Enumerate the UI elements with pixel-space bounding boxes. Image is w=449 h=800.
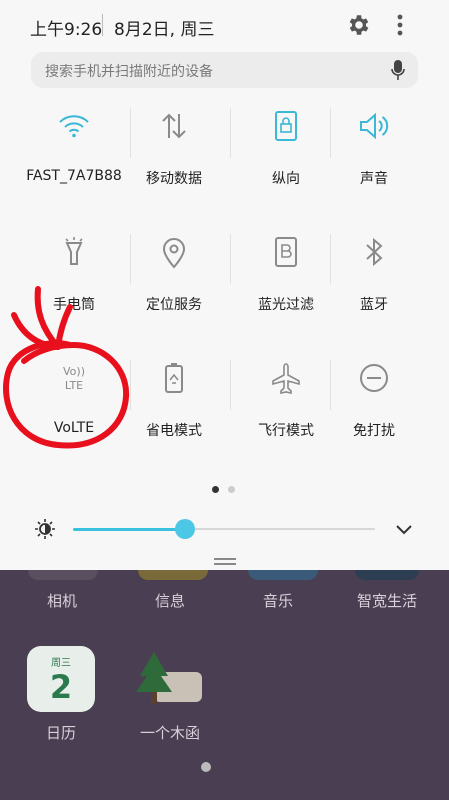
camera-app-icon[interactable] — [28, 570, 98, 580]
tile-sound[interactable]: 声音 — [318, 108, 430, 228]
app-label-smart-life[interactable]: 智宽生活 — [337, 590, 437, 611]
app-label-messages[interactable]: 信息 — [120, 590, 220, 611]
tile-label: 蓝牙 — [360, 297, 388, 313]
home-page-indicator — [201, 762, 211, 772]
calendar-app-icon[interactable]: 周三 2 — [27, 646, 95, 712]
calendar-day: 2 — [49, 668, 73, 706]
location-icon — [162, 238, 186, 269]
brightness-track-filled — [73, 528, 185, 531]
page-indicator — [0, 484, 449, 496]
blue-light-filter-icon — [275, 237, 297, 267]
portrait-lock-icon — [275, 111, 297, 141]
search-placeholder: 搜索手机并扫描附近的设备 — [45, 64, 213, 80]
mobile-data-icon — [162, 113, 186, 139]
page-dot — [228, 486, 235, 493]
status-bar: 上午9:26 8月2日, 周三 — [0, 0, 449, 50]
app-label-music[interactable]: 音乐 — [228, 590, 328, 611]
device-search-bar[interactable]: 搜索手机并扫描附近的设备 — [31, 52, 418, 88]
tile-label: 免打扰 — [353, 423, 395, 439]
more-options-icon[interactable] — [390, 12, 410, 38]
tile-wifi[interactable]: FAST_7A7B88 — [18, 108, 130, 228]
tile-label: 声音 — [360, 171, 388, 187]
brightness-track — [185, 528, 375, 530]
brightness-slider[interactable] — [73, 519, 375, 539]
airplane-icon — [272, 363, 300, 394]
tile-label: 移动数据 — [146, 171, 202, 187]
wooden-box-app-icon[interactable] — [134, 650, 206, 710]
clock: 上午9:26 — [30, 20, 103, 40]
brightness-thumb[interactable] — [175, 519, 195, 539]
microphone-icon[interactable] — [390, 58, 406, 82]
divider — [130, 234, 131, 284]
divider — [102, 14, 103, 36]
sound-icon — [360, 112, 389, 140]
do-not-disturb-icon — [360, 364, 388, 392]
divider — [330, 234, 331, 284]
app-label-wooden-box[interactable]: 一个木函 — [120, 722, 220, 743]
brightness-icon — [35, 519, 55, 539]
gear-icon[interactable] — [346, 12, 372, 38]
divider — [230, 360, 231, 410]
divider — [230, 108, 231, 158]
app-label-camera[interactable]: 相机 — [12, 590, 112, 611]
date-text: 8月2日, 周三 — [114, 20, 215, 40]
divider — [330, 360, 331, 410]
smart-life-app-icon[interactable] — [355, 570, 419, 580]
divider — [230, 234, 231, 284]
messages-app-icon[interactable] — [138, 570, 208, 580]
divider — [130, 108, 131, 158]
calendar-weekday: 周三 — [51, 658, 71, 669]
wifi-icon — [59, 115, 89, 138]
music-app-icon[interactable] — [248, 570, 318, 580]
tile-mobile-data[interactable]: 移动数据 — [118, 108, 230, 228]
tile-do-not-disturb[interactable]: 免打扰 — [318, 360, 430, 480]
divider — [330, 108, 331, 158]
battery-saver-icon — [165, 363, 183, 393]
app-label-calendar[interactable]: 日历 — [11, 722, 111, 743]
tile-label: FAST_7A7B88 — [26, 168, 122, 184]
annotation-circle-arrow — [3, 286, 130, 449]
bluetooth-icon — [366, 237, 383, 267]
drag-handle[interactable] — [214, 558, 236, 566]
tile-bluetooth[interactable]: 蓝牙 — [318, 234, 430, 354]
flashlight-icon — [65, 237, 83, 265]
chevron-down-icon[interactable] — [393, 519, 415, 539]
page-dot-active — [212, 486, 219, 493]
